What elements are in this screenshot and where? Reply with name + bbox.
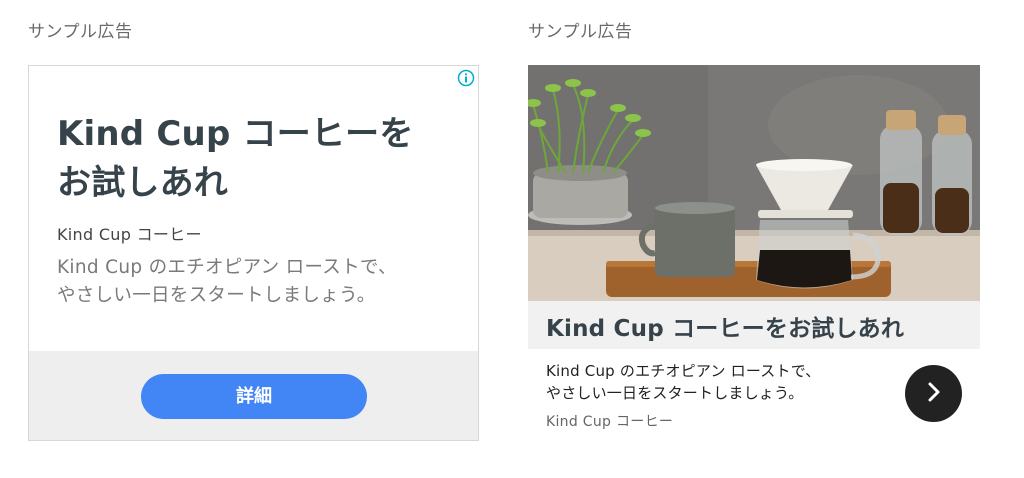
ad-description-line2: やさしい一日をスタートしましょう。 [57,285,376,306]
ad-description-line2: やさしい一日をスタートしましょう。 [546,384,804,402]
ad-headline-line1: Kind Cup コーヒーを [57,114,414,154]
ad-title-bar[interactable]: Kind Cup コーヒーをお試しあれ [528,301,980,349]
details-button[interactable]: 詳細 [141,374,367,419]
ad-headline[interactable]: Kind Cup コーヒーを お試しあれ [57,110,457,208]
text-ad-card[interactable]: Kind Cup コーヒーを お試しあれ Kind Cup コーヒー Kind … [28,65,479,441]
ad-description-line1: Kind Cup のエチオピアン ローストで、 [546,362,821,380]
ad-headline-line2: お試しあれ [57,163,228,203]
ad-title[interactable]: Kind Cup コーヒーをお試しあれ [546,309,904,343]
sample-ad-label-right: サンプル広告 [528,22,633,42]
ad-description: Kind Cup のエチオピアン ローストで、 やさしい一日をスタートしましょう… [546,360,876,404]
ad-description-line1: Kind Cup のエチオピアン ローストで、 [57,257,397,278]
ad-description: Kind Cup のエチオピアン ローストで、 やさしい一日をスタートしましょう… [57,254,457,310]
ad-advertiser-name: Kind Cup コーヒー [546,414,674,430]
sample-ad-label-left: サンプル広告 [28,22,133,42]
image-ad-card[interactable]: Kind Cup コーヒーをお試しあれ Kind Cup のエチオピアン ロース… [528,65,980,441]
ad-advertiser-name: Kind Cup コーヒー [57,225,202,244]
ad-footer: 詳細 [29,351,478,440]
info-icon[interactable] [457,69,475,87]
next-button[interactable] [905,365,962,422]
chevron-right-icon [923,381,945,407]
coffee-photo[interactable] [528,65,980,301]
